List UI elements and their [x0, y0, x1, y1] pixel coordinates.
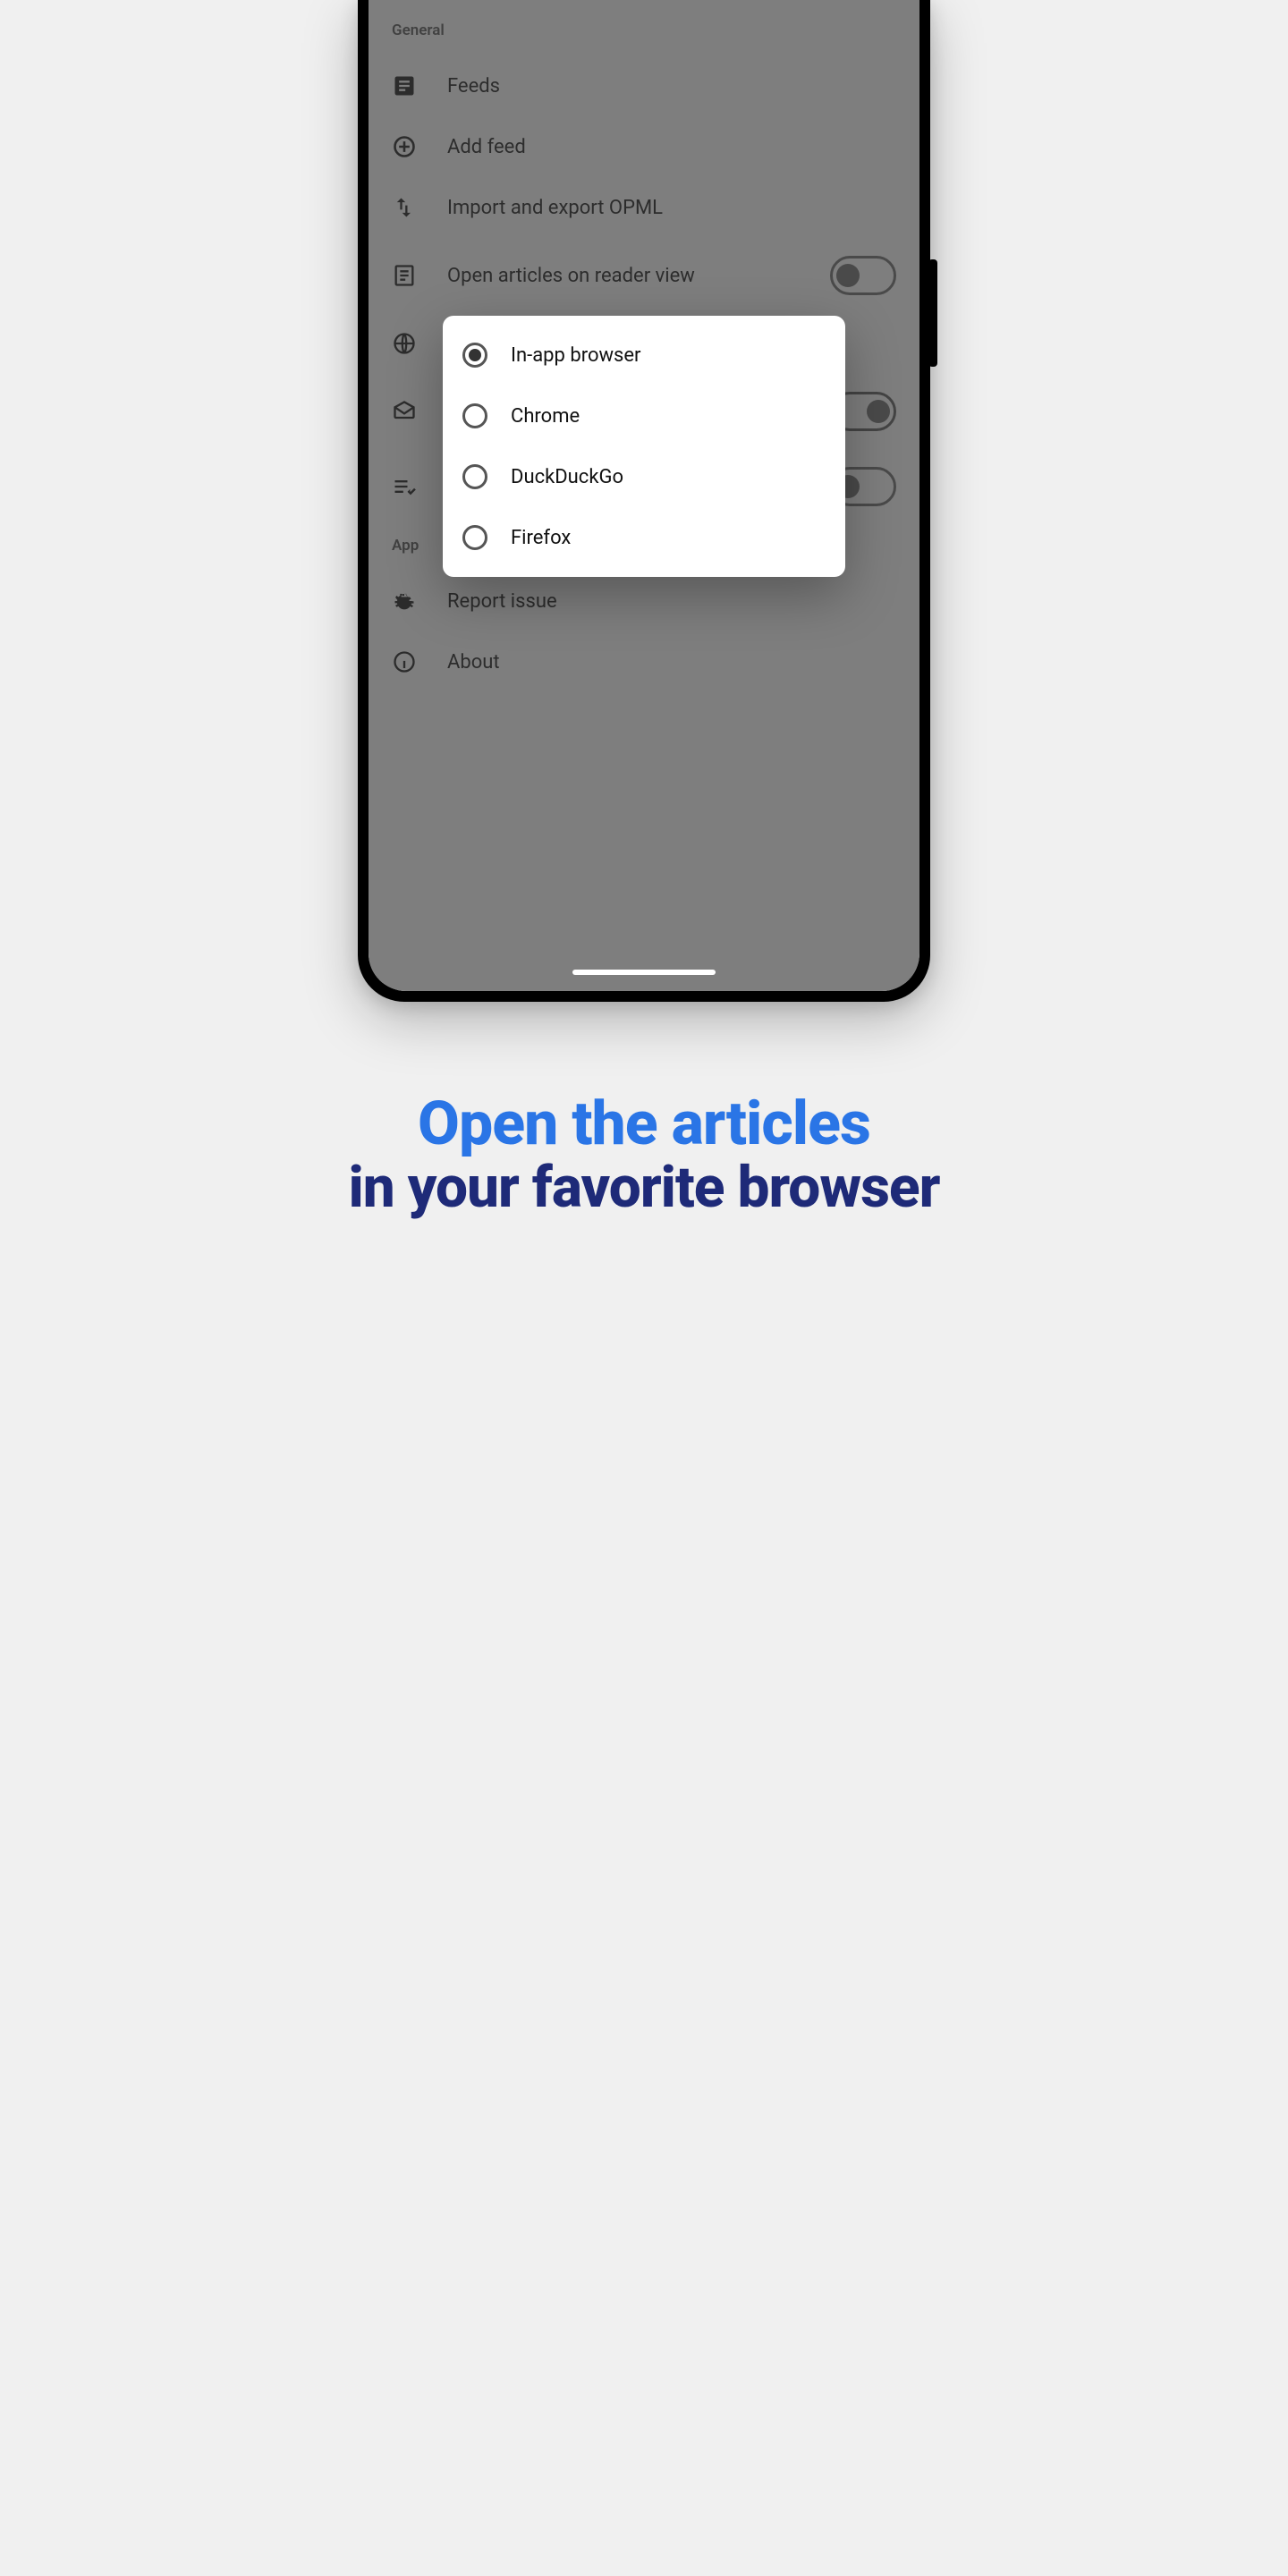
- screen: General Feeds Add feed: [369, 0, 919, 991]
- radio-icon: [462, 525, 487, 550]
- radio-icon: [462, 464, 487, 489]
- radio-label: DuckDuckGo: [511, 466, 623, 488]
- caption-line-1: Open the articles: [293, 1091, 995, 1157]
- radio-label: In-app browser: [511, 344, 641, 367]
- radio-option-firefox[interactable]: Firefox: [443, 507, 845, 568]
- browser-select-dialog: In-app browser Chrome DuckDuckGo Firefox: [443, 316, 845, 577]
- phone-frame: General Feeds Add feed: [358, 0, 930, 1002]
- marketing-caption: Open the articles in your favorite brows…: [293, 1091, 995, 1219]
- caption-line-2: in your favorite browser: [293, 1157, 995, 1218]
- radio-icon: [462, 403, 487, 428]
- radio-label: Chrome: [511, 405, 580, 428]
- radio-icon: [462, 343, 487, 368]
- radio-option-chrome[interactable]: Chrome: [443, 386, 845, 446]
- radio-option-duckduckgo[interactable]: DuckDuckGo: [443, 446, 845, 507]
- power-button: [928, 259, 937, 367]
- radio-option-inapp[interactable]: In-app browser: [443, 325, 845, 386]
- radio-label: Firefox: [511, 527, 571, 549]
- home-indicator: [572, 970, 716, 975]
